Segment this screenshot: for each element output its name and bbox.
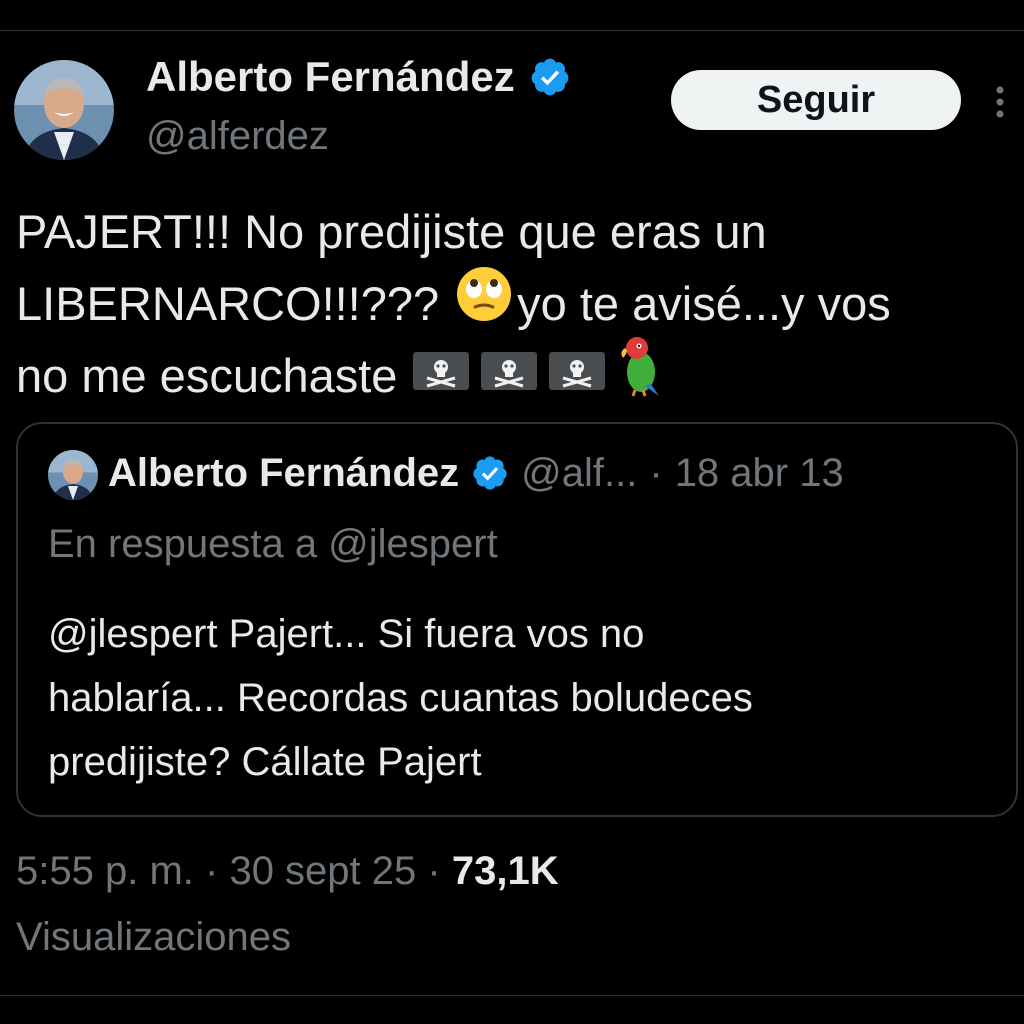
author-name-row: Alberto Fernández xyxy=(146,52,571,102)
pirate-flag-icon xyxy=(479,340,539,412)
tweet-meta: 5:55 p. m. · 30 sept 25 · 73,1K xyxy=(16,846,559,896)
parrot-icon xyxy=(615,334,671,418)
quoted-text-line2: hablaría... Recordas cuantas boludeces xyxy=(48,676,753,720)
tweet-line-3: no me escuchaste xyxy=(16,337,1016,412)
quoted-author-handle[interactable]: @alf... xyxy=(521,448,637,498)
tweet-text: PAJERT!!! No predijiste que eras un LIBE… xyxy=(16,196,1016,412)
more-vertical-icon[interactable] xyxy=(988,84,1012,120)
tweet-time[interactable]: 5:55 p. m. xyxy=(16,849,194,893)
pirate-flag-icon xyxy=(411,340,471,412)
tweet-text-line2a: LIBERNARCO!!!??? xyxy=(16,277,440,330)
author-display-name[interactable]: Alberto Fernández xyxy=(146,52,515,102)
tweet-line-2: LIBERNARCO!!!??? yo te avisé...y vos xyxy=(16,265,1016,343)
view-count[interactable]: 73,1K xyxy=(452,849,559,893)
bottom-divider xyxy=(0,995,1024,996)
tweet-text-line2b: yo te avisé...y vos xyxy=(517,277,891,330)
pirate-flag-icon xyxy=(547,340,607,412)
tweet-text-line1: PAJERT!!! No predijiste que eras un xyxy=(16,205,767,258)
author-handle[interactable]: @alferdez xyxy=(146,112,329,160)
quoted-text-line1: @jlespert Pajert... Si fuera vos no xyxy=(48,612,645,656)
top-divider xyxy=(0,30,1024,31)
quoted-tweet-date[interactable]: 18 abr 13 xyxy=(675,448,844,498)
author-avatar[interactable] xyxy=(14,60,114,160)
quoted-tweet-text: @jlespert Pajert... Si fuera vos no habl… xyxy=(48,602,988,794)
tweet-line-1: PAJERT!!! No predijiste que eras un xyxy=(16,196,1016,268)
quoted-text-line3: predijiste? Cállate Pajert xyxy=(48,740,482,784)
face-with-rolling-eyes-icon xyxy=(455,265,513,343)
quoted-author-avatar[interactable] xyxy=(48,450,98,500)
quoted-tweet-header: Alberto Fernández @alf... · 18 abr 13 xyxy=(108,448,844,498)
separator-dot: · xyxy=(649,451,663,495)
verified-badge-icon[interactable] xyxy=(529,56,571,98)
separator-dot: · xyxy=(205,849,219,893)
tweet-text-line3: no me escuchaste xyxy=(16,349,398,402)
reply-context: En respuesta a @jlespert xyxy=(48,522,498,566)
follow-button[interactable]: Seguir xyxy=(671,70,961,130)
quoted-tweet-card[interactable]: Alberto Fernández @alf... · 18 abr 13 En… xyxy=(16,422,1018,817)
views-label: Visualizaciones xyxy=(16,915,291,959)
verified-badge-icon[interactable] xyxy=(471,454,509,492)
tweet-date[interactable]: 30 sept 25 xyxy=(229,849,416,893)
quoted-author-name[interactable]: Alberto Fernández xyxy=(108,448,459,498)
separator-dot: · xyxy=(427,849,441,893)
